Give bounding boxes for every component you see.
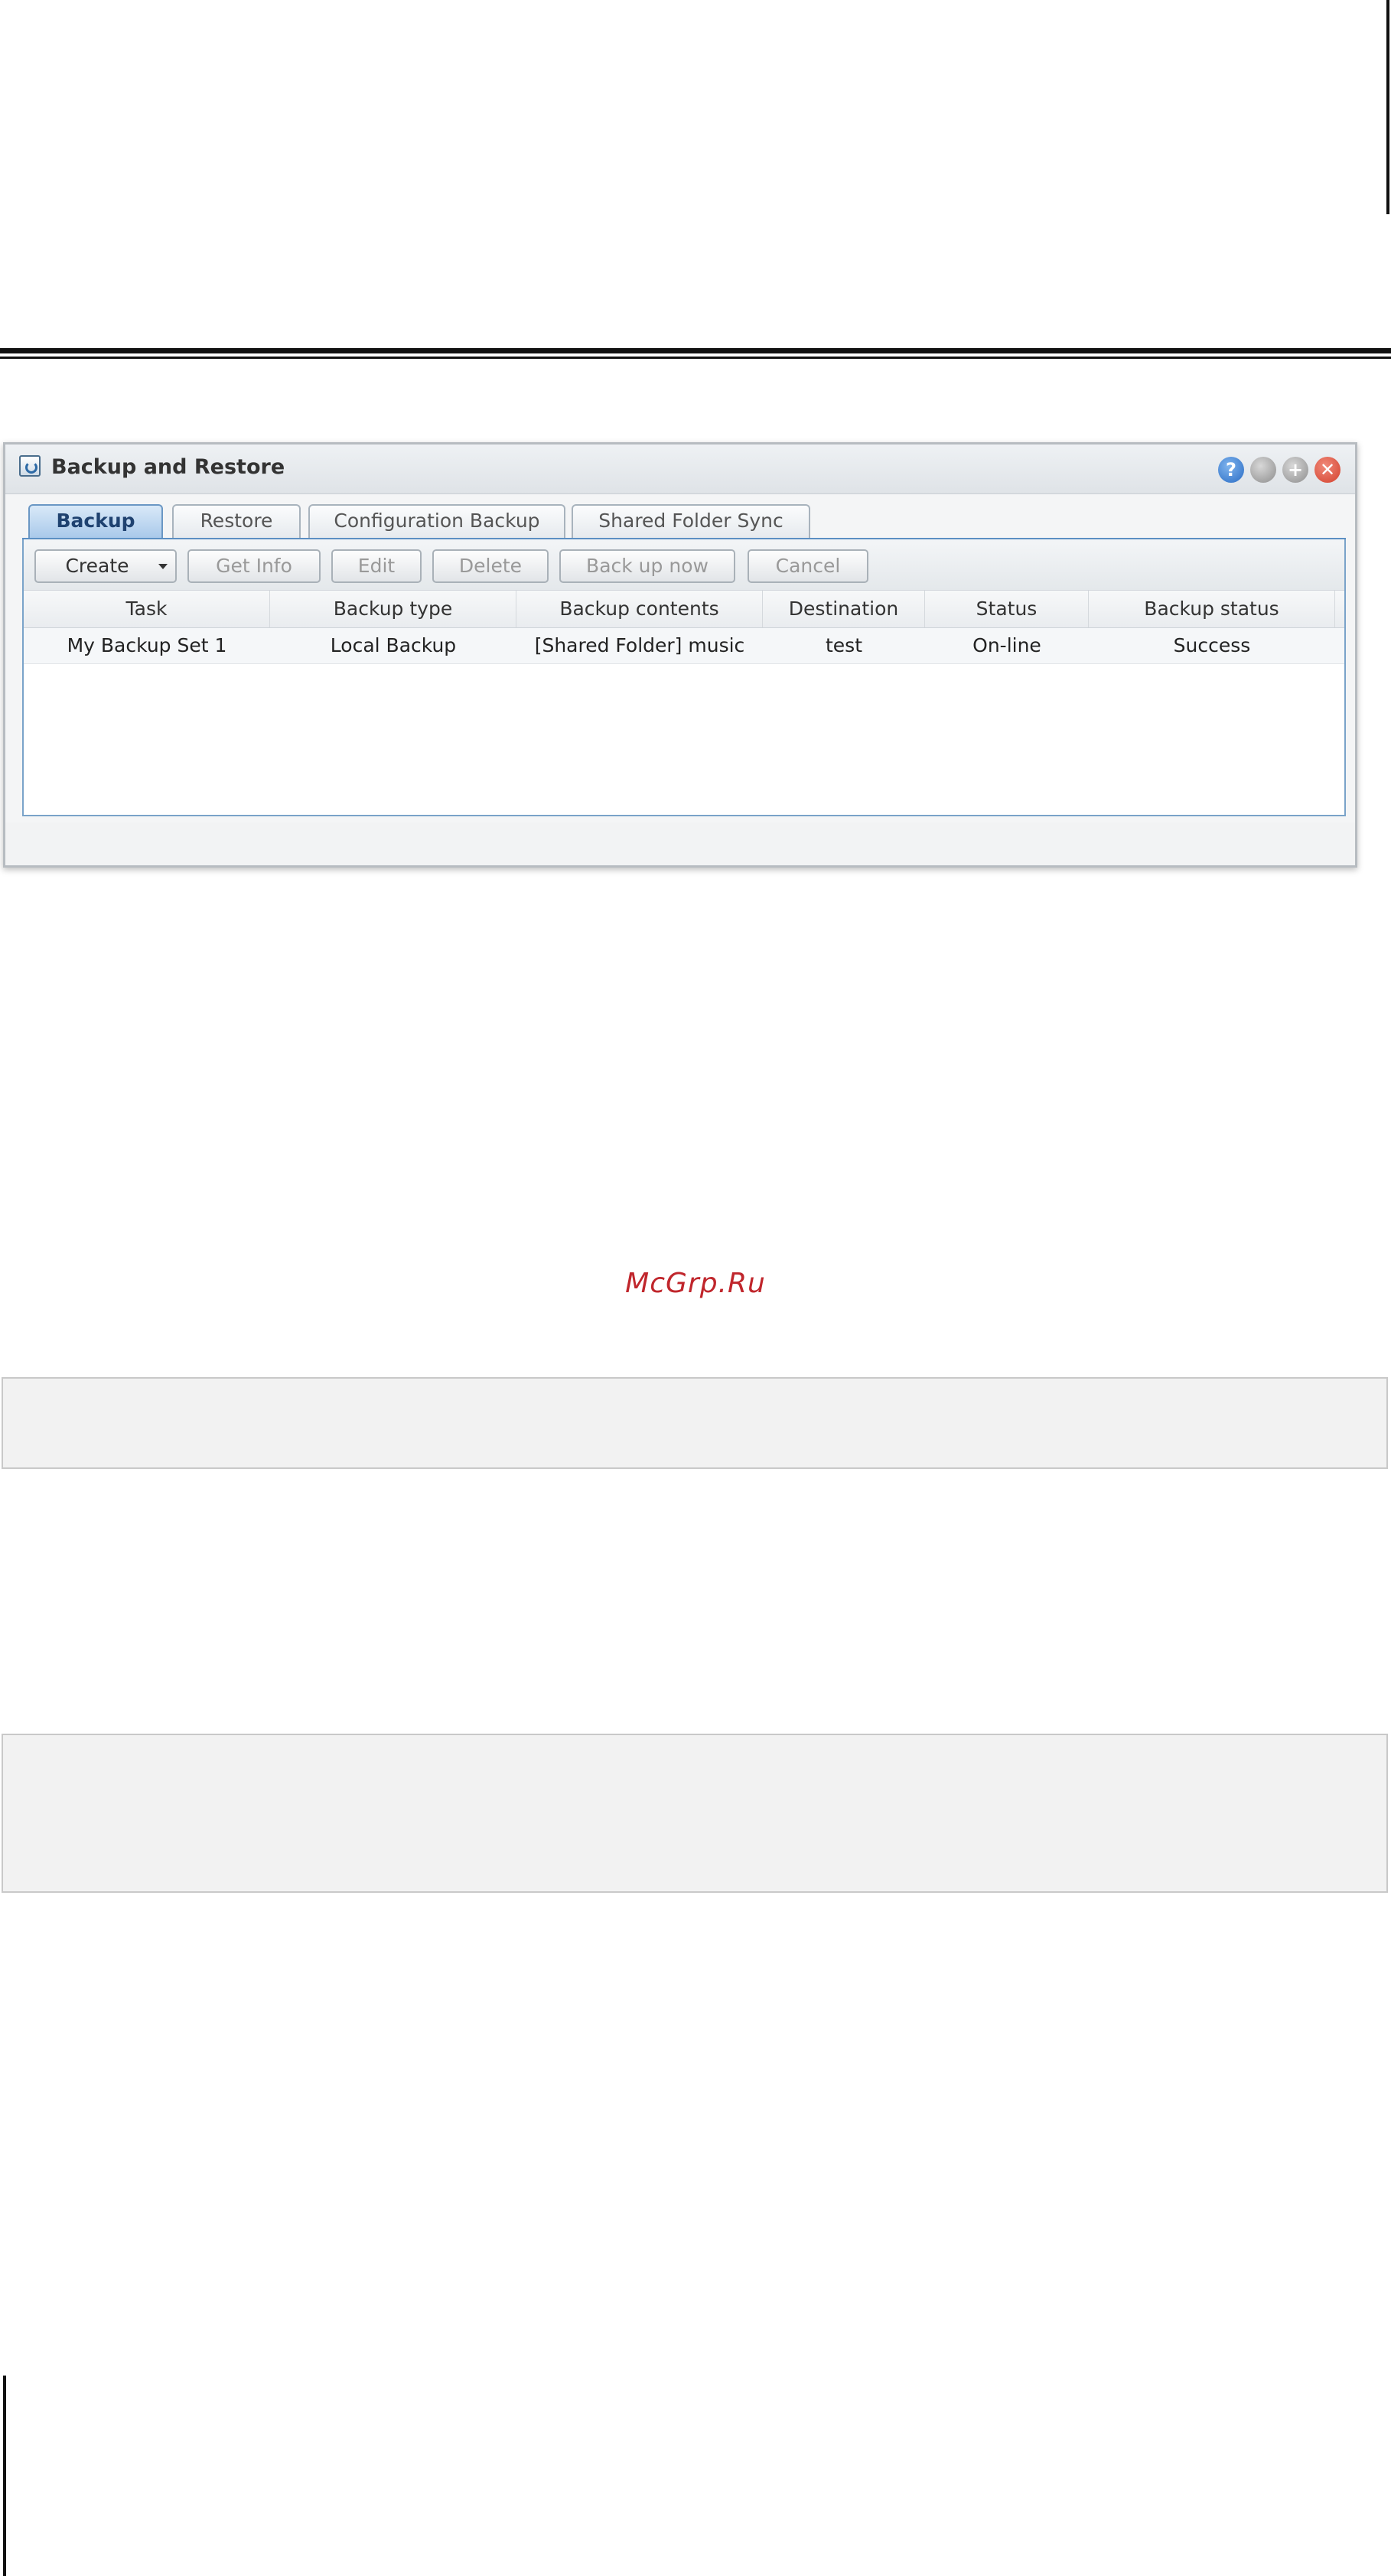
column-header-status[interactable]: Status [925, 591, 1089, 627]
help-icon[interactable]: ? [1218, 457, 1244, 483]
backup-restore-window: Backup and Restore ? + ✕ Backup Restore … [3, 442, 1357, 868]
window-footer [5, 822, 1355, 865]
cancel-button[interactable]: Cancel [748, 549, 868, 583]
page-divider-thick [0, 348, 1391, 353]
close-icon[interactable]: ✕ [1314, 457, 1341, 483]
cell-status: On-line [972, 634, 1041, 656]
column-header-destination[interactable]: Destination [763, 591, 925, 627]
get-info-button[interactable]: Get Info [187, 549, 321, 583]
back-up-now-button[interactable]: Back up now [559, 549, 735, 583]
column-header-backup-status[interactable]: Backup status [1089, 591, 1335, 627]
toolbar: Create Get Info Edit Delete Back up now … [24, 539, 1344, 591]
column-header-backup-contents[interactable]: Backup contents [516, 591, 763, 627]
window-titlebar[interactable]: Backup and Restore ? + ✕ [5, 445, 1355, 494]
page-divider-thin [0, 357, 1391, 359]
cell-backup-type: Local Backup [330, 634, 457, 656]
tab-configuration-backup[interactable]: Configuration Backup [308, 504, 565, 538]
cell-backup-status: Success [1173, 634, 1251, 656]
window-title: Backup and Restore [51, 455, 285, 479]
edit-button[interactable]: Edit [331, 549, 422, 583]
table-row[interactable]: My Backup Set 1 Local Backup [Shared Fol… [24, 628, 1344, 664]
cell-destination: test [825, 634, 862, 656]
page-margin-bar-right [1386, 0, 1389, 214]
tab-shared-folder-sync[interactable]: Shared Folder Sync [572, 504, 810, 538]
dropdown-caret-icon[interactable] [158, 564, 168, 569]
note-box-1 [2, 1377, 1388, 1469]
create-button[interactable]: Create [34, 549, 177, 583]
page-margin-bar-left [3, 2376, 6, 2576]
note-box-2 [2, 1734, 1388, 1893]
cell-backup-contents: [Shared Folder] music [534, 634, 745, 656]
backup-tab-panel: Create Get Info Edit Delete Back up now … [22, 539, 1346, 816]
watermark-text[interactable]: McGrp.Ru [0, 1268, 1391, 1299]
tab-restore[interactable]: Restore [172, 504, 301, 538]
table-header: Task Backup type Backup contents Destina… [24, 591, 1344, 628]
create-button-label: Create [65, 555, 129, 577]
maximize-icon[interactable]: + [1282, 457, 1308, 483]
cell-task: My Backup Set 1 [67, 634, 227, 656]
backup-restore-app-icon [19, 455, 41, 477]
column-header-task[interactable]: Task [24, 591, 270, 627]
tab-backup[interactable]: Backup [28, 504, 163, 538]
delete-button[interactable]: Delete [432, 549, 549, 583]
minimize-icon[interactable] [1250, 457, 1276, 483]
column-header-backup-type[interactable]: Backup type [270, 591, 516, 627]
